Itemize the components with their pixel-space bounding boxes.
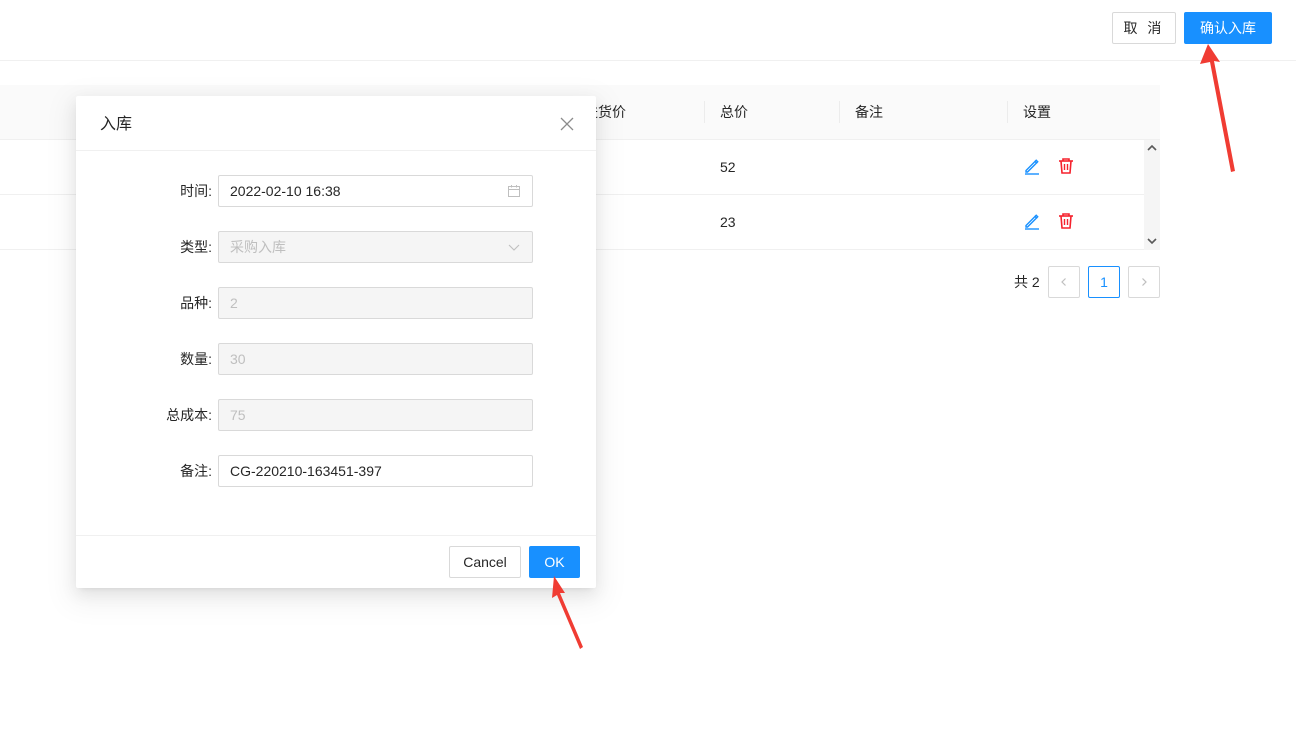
column-header-note: 备注 (855, 104, 883, 120)
pagination-prev-button[interactable] (1048, 266, 1080, 298)
caret-down-icon[interactable] (1147, 236, 1157, 246)
remark-input[interactable]: CG-220210-163451-397 (218, 455, 533, 487)
pagination-next-button[interactable] (1128, 266, 1160, 298)
quantity-label: 数量: (180, 351, 212, 367)
edit-icon[interactable] (1023, 157, 1041, 175)
time-picker[interactable]: 2022-02-10 16:38 (218, 175, 533, 207)
cell-total: 52 (720, 159, 736, 175)
chevron-right-icon (1142, 278, 1147, 286)
chevron-left-icon (1061, 278, 1066, 286)
chevron-down-icon (508, 244, 520, 251)
remark-label: 备注: (180, 463, 212, 479)
column-header-settings: 设置 (1023, 104, 1051, 120)
type-select[interactable]: 采购入库 (218, 231, 533, 263)
total-cost-label: 总成本: (166, 407, 212, 423)
column-header-total: 总价 (720, 104, 748, 120)
annotation-arrow (552, 576, 583, 649)
stock-in-modal: 入库 时间: 2022-02-10 16:38 类型: 采购入库 品种: 2 数… (76, 96, 596, 588)
calendar-icon (508, 185, 520, 197)
variety-label: 品种: (180, 295, 212, 311)
delete-icon[interactable] (1057, 212, 1075, 230)
type-value: 采购入库 (230, 239, 286, 255)
modal-cancel-button[interactable]: Cancel (449, 546, 521, 578)
modal-title: 入库 (100, 116, 133, 133)
time-label: 时间: (180, 183, 212, 199)
cancel-button[interactable]: 取 消 (1112, 12, 1176, 44)
quantity-input[interactable]: 30 (218, 343, 533, 375)
caret-up-icon[interactable] (1147, 143, 1157, 153)
table-scrollbar[interactable] (1144, 140, 1160, 250)
column-divider (704, 101, 705, 123)
total-cost-input[interactable]: 75 (218, 399, 533, 431)
modal-footer: Cancel OK (76, 535, 596, 588)
edit-icon[interactable] (1023, 212, 1041, 230)
time-value: 2022-02-10 16:38 (230, 183, 341, 199)
modal-header: 入库 (76, 96, 596, 151)
pagination-page-1[interactable]: 1 (1088, 266, 1120, 298)
delete-icon[interactable] (1057, 157, 1075, 175)
type-label: 类型: (180, 239, 212, 255)
variety-input[interactable]: 2 (218, 287, 533, 319)
top-toolbar: 取 消 确认入库 (0, 0, 1296, 61)
pagination-total: 共 2 (1014, 274, 1040, 290)
close-icon[interactable] (560, 117, 574, 131)
column-divider (1007, 101, 1008, 123)
annotation-arrow (1200, 44, 1235, 172)
column-divider (839, 101, 840, 123)
cell-total: 23 (720, 214, 736, 230)
